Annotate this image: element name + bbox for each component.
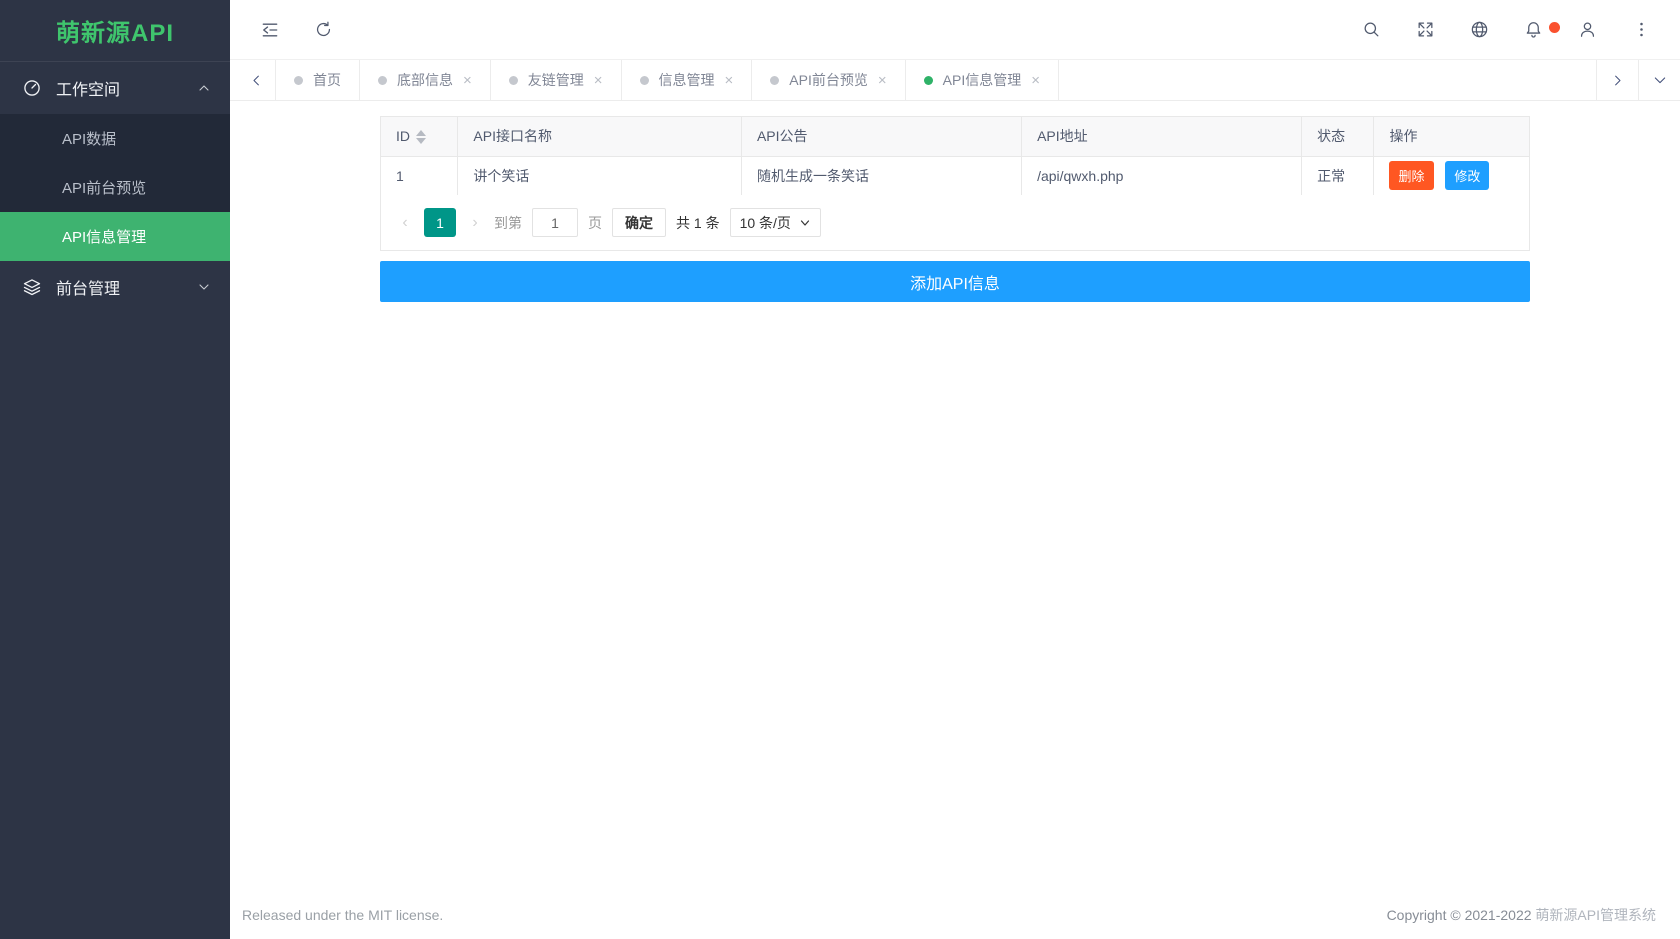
tabs-scroll-right-icon[interactable] <box>1596 60 1638 100</box>
delete-button[interactable]: 删除 <box>1389 161 1434 191</box>
layers-icon <box>22 277 42 297</box>
main-area: 首页 底部信息 × 友链管理 × 信息管理 × API前台预览 × API信息管… <box>230 0 1680 939</box>
license-text: Released under the MIT license. <box>242 907 444 923</box>
edit-button[interactable]: 修改 <box>1445 161 1490 191</box>
sidebar-item-label: API数据 <box>62 131 117 148</box>
current-page-button[interactable]: 1 <box>424 208 456 237</box>
pagination: ‹ 1 › 到第 页 确定 共 1 条 10 条/页 <box>381 195 1529 250</box>
chevron-up-icon <box>196 80 212 96</box>
table-header-row: ID API接口名称 API公告 API地址 状态 操作 <box>381 117 1529 157</box>
top-header <box>230 0 1680 60</box>
workspace-submenu: API数据 API前台预览 API信息管理 <box>0 114 230 261</box>
tab-close-icon[interactable]: × <box>1031 73 1040 88</box>
prev-page-icon[interactable]: ‹ <box>396 214 414 232</box>
chevron-down-icon <box>196 279 212 295</box>
refresh-icon[interactable] <box>314 20 334 40</box>
column-header-status: 状态 <box>1301 117 1375 157</box>
copyright-text: Copyright © 2021-2022 萌新源API管理系统 <box>1386 907 1656 923</box>
tab-status-dot <box>508 75 518 85</box>
tab-status-dot <box>770 75 780 85</box>
bell-icon[interactable] <box>1524 20 1560 40</box>
next-page-icon[interactable]: › <box>466 214 484 232</box>
tabs-scroll-left-icon[interactable] <box>238 60 276 100</box>
sidebar: 萌新源API 工作空间 API数据 API前台预览 API信息管理 前台管理 <box>0 0 230 939</box>
sidebar-item-label: API前台预览 <box>62 180 147 197</box>
column-header-notice: API公告 <box>741 117 1023 157</box>
sidebar-item-api-info-management[interactable]: API信息管理 <box>0 212 230 261</box>
tab-api-info-management[interactable]: API信息管理 × <box>906 60 1059 100</box>
sidebar-item-label: API信息管理 <box>62 229 147 246</box>
user-icon[interactable] <box>1578 20 1598 40</box>
gauge-icon <box>22 78 42 98</box>
api-table-card: ID API接口名称 API公告 API地址 状态 操作 1 讲个笑话 随机生成… <box>380 116 1530 251</box>
notification-dot <box>1549 21 1560 33</box>
fullscreen-icon[interactable] <box>1416 20 1436 40</box>
more-vertical-icon[interactable] <box>1632 20 1652 40</box>
tabs-menu-chevron-down-icon[interactable] <box>1638 60 1680 100</box>
cell-status: 正常 <box>1301 156 1375 195</box>
tab-footer-info[interactable]: 底部信息 × <box>360 60 491 100</box>
tab-status-dot <box>639 75 649 85</box>
chevron-down-icon <box>800 219 810 226</box>
tab-label: 首页 <box>313 72 341 88</box>
column-header-url: API地址 <box>1021 117 1303 157</box>
sidebar-item-label: 前台管理 <box>56 281 121 298</box>
tab-close-icon[interactable]: × <box>725 73 734 88</box>
column-header-id[interactable]: ID <box>381 117 459 157</box>
page-footer: Released under the MIT license. Copyrigh… <box>230 891 1680 939</box>
total-count-label: 共 1 条 <box>676 214 720 231</box>
tab-close-icon[interactable]: × <box>594 73 603 88</box>
sidebar-item-frontend-management[interactable]: 前台管理 <box>0 261 230 313</box>
search-icon[interactable] <box>1362 20 1382 40</box>
tab-status-dot <box>378 75 387 85</box>
cell-operations: 删除 修改 <box>1374 156 1529 195</box>
brand-name: 萌新源API管理系统 <box>1535 907 1656 923</box>
tab-friend-links[interactable]: 友链管理 × <box>491 60 622 100</box>
tab-label: API前台预览 <box>789 72 868 88</box>
sidebar-item-api-data[interactable]: API数据 <box>0 114 230 163</box>
column-header-operations: 操作 <box>1373 117 1529 157</box>
tab-home[interactable]: 首页 <box>276 60 360 100</box>
goto-page-input[interactable] <box>532 208 578 237</box>
tab-api-preview[interactable]: API前台预览 × <box>752 60 906 100</box>
page-size-select[interactable]: 10 条/页 <box>729 208 821 237</box>
cell-url: /api/qwxh.php <box>1021 156 1303 195</box>
sort-icon[interactable] <box>416 130 426 145</box>
goto-label: 到第 <box>494 214 522 231</box>
tab-label: 底部信息 <box>397 72 453 88</box>
tab-status-dot <box>294 75 303 85</box>
tab-label: API信息管理 <box>942 72 1022 88</box>
cell-notice: 随机生成一条笑话 <box>741 156 1023 195</box>
tab-label: 信息管理 <box>658 72 715 88</box>
table-row: 1 讲个笑话 随机生成一条笑话 /api/qwxh.php 正常 删除 修改 <box>381 156 1529 195</box>
page-unit-label: 页 <box>588 214 602 231</box>
app-logo: 萌新源API <box>0 0 230 62</box>
tab-status-dot <box>923 75 933 85</box>
collapse-sidebar-icon[interactable] <box>260 20 280 40</box>
sidebar-item-api-preview[interactable]: API前台预览 <box>0 163 230 212</box>
cell-id: 1 <box>381 156 459 195</box>
tab-close-icon[interactable]: × <box>878 73 887 88</box>
sidebar-item-label: 工作空间 <box>56 82 121 99</box>
add-api-info-button[interactable]: 添加API信息 <box>380 261 1530 302</box>
cell-name: 讲个笑话 <box>457 156 742 195</box>
confirm-page-button[interactable]: 确定 <box>612 208 666 237</box>
api-table: ID API接口名称 API公告 API地址 状态 操作 1 讲个笑话 随机生成… <box>381 117 1529 195</box>
tab-close-icon[interactable]: × <box>463 73 472 88</box>
tabs-container: 首页 底部信息 × 友链管理 × 信息管理 × API前台预览 × API信息管… <box>276 60 1596 100</box>
globe-icon[interactable] <box>1470 20 1490 40</box>
tab-label: 友链管理 <box>527 72 584 88</box>
app-root: 萌新源API 工作空间 API数据 API前台预览 API信息管理 前台管理 首… <box>0 0 1680 939</box>
page-size-value: 10 条/页 <box>739 214 791 231</box>
page-content: ID API接口名称 API公告 API地址 状态 操作 1 讲个笑话 随机生成… <box>230 101 1680 891</box>
sidebar-item-workspace[interactable]: 工作空间 <box>0 62 230 114</box>
tab-bar: 首页 底部信息 × 友链管理 × 信息管理 × API前台预览 × API信息管… <box>230 60 1680 101</box>
tab-info-management[interactable]: 信息管理 × <box>622 60 753 100</box>
column-header-name: API接口名称 <box>457 117 742 157</box>
